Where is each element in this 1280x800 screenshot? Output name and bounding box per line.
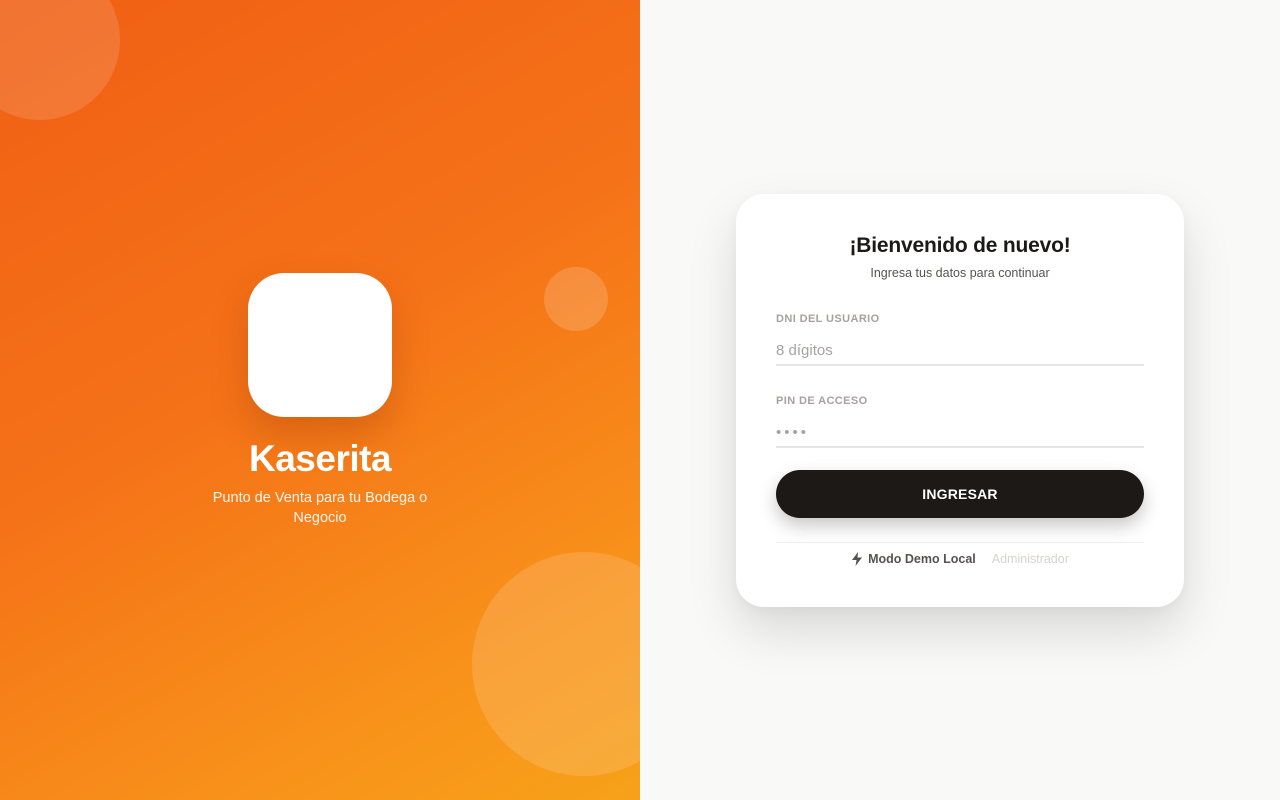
demo-mode-label: Modo Demo Local: [868, 552, 976, 566]
app-logo: [248, 273, 392, 417]
bolt-icon: [852, 552, 863, 566]
brand-tagline: Punto de Venta para tu Bodega o Negocio: [212, 490, 428, 526]
brand-panel: Kaserita Punto de Venta para tu Bodega o…: [0, 0, 640, 800]
login-subtitle: Ingresa tus datos para continuar: [870, 266, 1050, 280]
decorative-bubble: [0, 0, 120, 120]
decorative-bubble: [544, 267, 608, 331]
brand-title: Kaserita: [248, 438, 392, 479]
login-screen: Kaserita Punto de Venta para tu Bodega o…: [0, 0, 1280, 800]
dni-input[interactable]: [776, 336, 1144, 366]
pin-input[interactable]: [776, 418, 1144, 448]
login-submit-button[interactable]: INGRESAR: [776, 470, 1144, 518]
demo-mode-link[interactable]: Modo Demo Local: [851, 552, 976, 566]
login-card: ¡Bienvenido de nuevo! Ingresa tus datos …: [736, 194, 1184, 607]
form-panel: ¡Bienvenido de nuevo! Ingresa tus datos …: [640, 0, 1280, 800]
login-footer: Modo Demo Local Administrador: [736, 550, 1184, 568]
admin-link[interactable]: Administrador: [992, 552, 1069, 566]
decorative-bubble: [472, 552, 640, 776]
dni-label: DNI DEL USUARIO: [776, 313, 880, 325]
login-title: ¡Bienvenido de nuevo!: [849, 234, 1071, 257]
pin-label: PIN DE ACCESO: [776, 395, 868, 407]
divider: [776, 542, 1144, 543]
